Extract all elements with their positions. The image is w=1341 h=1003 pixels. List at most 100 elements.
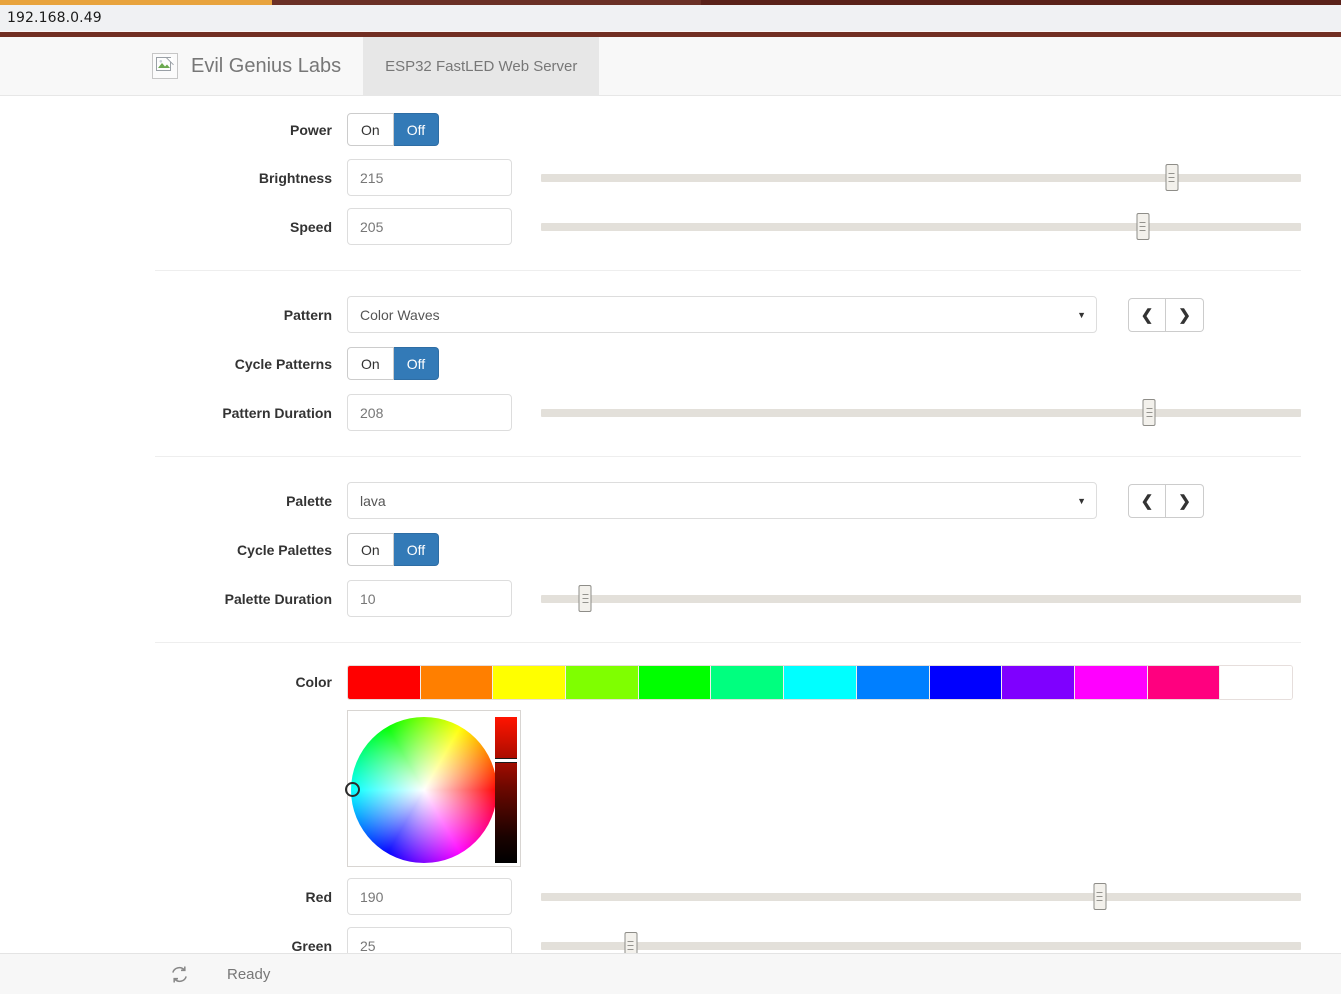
- brightness-label: Brightness: [258, 169, 332, 186]
- power-toggle-group[interactable]: On Off: [347, 113, 440, 146]
- color-label: Color: [295, 674, 332, 690]
- row-color: Color: [0, 662, 1341, 702]
- pattern-duration-input[interactable]: [347, 394, 512, 431]
- red-slider-track[interactable]: [541, 892, 1301, 901]
- cycle-patterns-off-button[interactable]: Off: [393, 347, 440, 380]
- palette-selected-value: lava: [360, 492, 386, 509]
- row-speed: Speed: [0, 202, 1341, 251]
- url-text: 192.168.0.49: [7, 10, 102, 26]
- color-swatch[interactable]: [493, 665, 567, 699]
- brightness-input[interactable]: [347, 159, 512, 196]
- red-input[interactable]: [347, 878, 512, 915]
- brightness-slider-handle[interactable]: [1165, 164, 1179, 191]
- row-pattern-duration: Pattern Duration: [0, 388, 1341, 437]
- tab-esp32-fastled-web-server[interactable]: ESP32 FastLED Web Server: [363, 37, 600, 95]
- green-slider-track[interactable]: [541, 941, 1301, 950]
- cycle-palettes-label: Cycle Palettes: [237, 541, 332, 558]
- color-swatch[interactable]: [856, 665, 930, 699]
- section-divider-3: [155, 642, 1301, 643]
- palette-nav-buttons[interactable]: ❮ ❯: [1128, 483, 1204, 518]
- brightness-slider[interactable]: [541, 159, 1301, 196]
- pattern-duration-slider-track[interactable]: [541, 408, 1301, 417]
- palette-duration-label: Palette Duration: [224, 590, 332, 607]
- palette-duration-input[interactable]: [347, 580, 512, 617]
- pattern-duration-label: Pattern Duration: [222, 404, 332, 421]
- row-cycle-palettes: Cycle Palettes On Off: [0, 525, 1341, 574]
- color-swatch[interactable]: [929, 665, 1003, 699]
- power-off-button[interactable]: Off: [393, 113, 440, 146]
- navbar-brand[interactable]: Evil Genius Labs: [152, 37, 363, 95]
- chevron-down-icon: ▼: [1077, 309, 1086, 320]
- palette-duration-slider[interactable]: [541, 580, 1301, 617]
- cycle-patterns-toggle-group[interactable]: On Off: [347, 347, 440, 380]
- section-divider-1: [155, 270, 1301, 271]
- pattern-prev-button[interactable]: ❮: [1128, 297, 1166, 332]
- brightness-strip[interactable]: [495, 717, 517, 863]
- app-navbar: Evil Genius Labs ESP32 FastLED Web Serve…: [0, 37, 1341, 96]
- cycle-patterns-label: Cycle Patterns: [234, 355, 332, 372]
- pattern-label: Pattern: [283, 306, 332, 323]
- palette-duration-slider-track[interactable]: [541, 594, 1301, 603]
- pattern-select[interactable]: Color Waves ▼: [347, 296, 1097, 333]
- color-swatch[interactable]: [1074, 665, 1148, 699]
- browser-chrome: 192.168.0.49: [0, 0, 1341, 37]
- pattern-duration-slider-handle[interactable]: [1142, 399, 1156, 426]
- tab-label: ESP32 FastLED Web Server: [385, 57, 578, 75]
- status-text: Ready: [227, 965, 271, 983]
- palette-duration-slider-handle[interactable]: [578, 585, 592, 612]
- refresh-icon[interactable]: [170, 965, 189, 984]
- pattern-next-button[interactable]: ❯: [1166, 297, 1204, 332]
- row-red: Red: [0, 872, 1341, 921]
- color-wheel-marker[interactable]: [345, 782, 360, 797]
- speed-slider-handle[interactable]: [1136, 213, 1150, 240]
- color-wheel[interactable]: [345, 717, 497, 863]
- color-swatch[interactable]: [784, 665, 857, 699]
- red-label: Red: [305, 888, 332, 905]
- row-cycle-patterns: Cycle Patterns On Off: [0, 339, 1341, 388]
- speed-input[interactable]: [347, 208, 512, 245]
- power-label: Power: [289, 121, 332, 138]
- row-palette-duration: Palette Duration: [0, 574, 1341, 623]
- row-brightness: Brightness: [0, 153, 1341, 202]
- section-divider-2: [155, 456, 1301, 457]
- color-swatch[interactable]: [1220, 665, 1292, 699]
- red-slider[interactable]: [541, 878, 1301, 915]
- color-swatch[interactable]: [1147, 665, 1221, 699]
- cycle-palettes-on-button[interactable]: On: [347, 533, 394, 566]
- row-palette: Palette lava ▼ ❮ ❯: [0, 476, 1341, 525]
- brand-label: Evil Genius Labs: [191, 54, 342, 77]
- pattern-duration-slider[interactable]: [541, 394, 1301, 431]
- color-swatch[interactable]: [348, 665, 421, 699]
- speed-slider-track[interactable]: [541, 222, 1301, 231]
- browser-tabstrip-rail: [0, 0, 1341, 5]
- color-swatch[interactable]: [1002, 665, 1075, 699]
- browser-tab-active-indicator[interactable]: [0, 0, 272, 5]
- pattern-nav-buttons[interactable]: ❮ ❯: [1128, 297, 1204, 332]
- color-swatch[interactable]: [420, 665, 494, 699]
- color-swatch[interactable]: [711, 665, 785, 699]
- green-label: Green: [291, 937, 332, 954]
- brightness-strip-marker[interactable]: [495, 758, 517, 763]
- status-bar: Ready: [0, 953, 1341, 994]
- palette-prev-button[interactable]: ❮: [1128, 483, 1166, 518]
- pattern-selected-value: Color Waves: [360, 306, 440, 323]
- browser-tab-secondary-indicator[interactable]: [272, 0, 701, 5]
- cycle-palettes-off-button[interactable]: Off: [393, 533, 440, 566]
- broken-image-icon: [152, 53, 178, 79]
- cycle-palettes-toggle-group[interactable]: On Off: [347, 533, 440, 566]
- red-slider-handle[interactable]: [1093, 883, 1107, 910]
- palette-label: Palette: [286, 492, 332, 509]
- browser-url-bar[interactable]: 192.168.0.49: [0, 5, 1341, 32]
- color-swatch-row[interactable]: [347, 664, 1293, 700]
- palette-select[interactable]: lava ▼: [347, 482, 1097, 519]
- color-swatch[interactable]: [566, 665, 639, 699]
- color-swatch[interactable]: [638, 665, 712, 699]
- cycle-patterns-on-button[interactable]: On: [347, 347, 394, 380]
- chevron-down-icon: ▼: [1077, 495, 1086, 506]
- color-picker[interactable]: [345, 710, 521, 867]
- palette-next-button[interactable]: ❯: [1166, 483, 1204, 518]
- row-pattern: Pattern Color Waves ▼ ❮ ❯: [0, 290, 1341, 339]
- power-on-button[interactable]: On: [347, 113, 394, 146]
- speed-slider[interactable]: [541, 208, 1301, 245]
- brightness-slider-track[interactable]: [541, 173, 1301, 182]
